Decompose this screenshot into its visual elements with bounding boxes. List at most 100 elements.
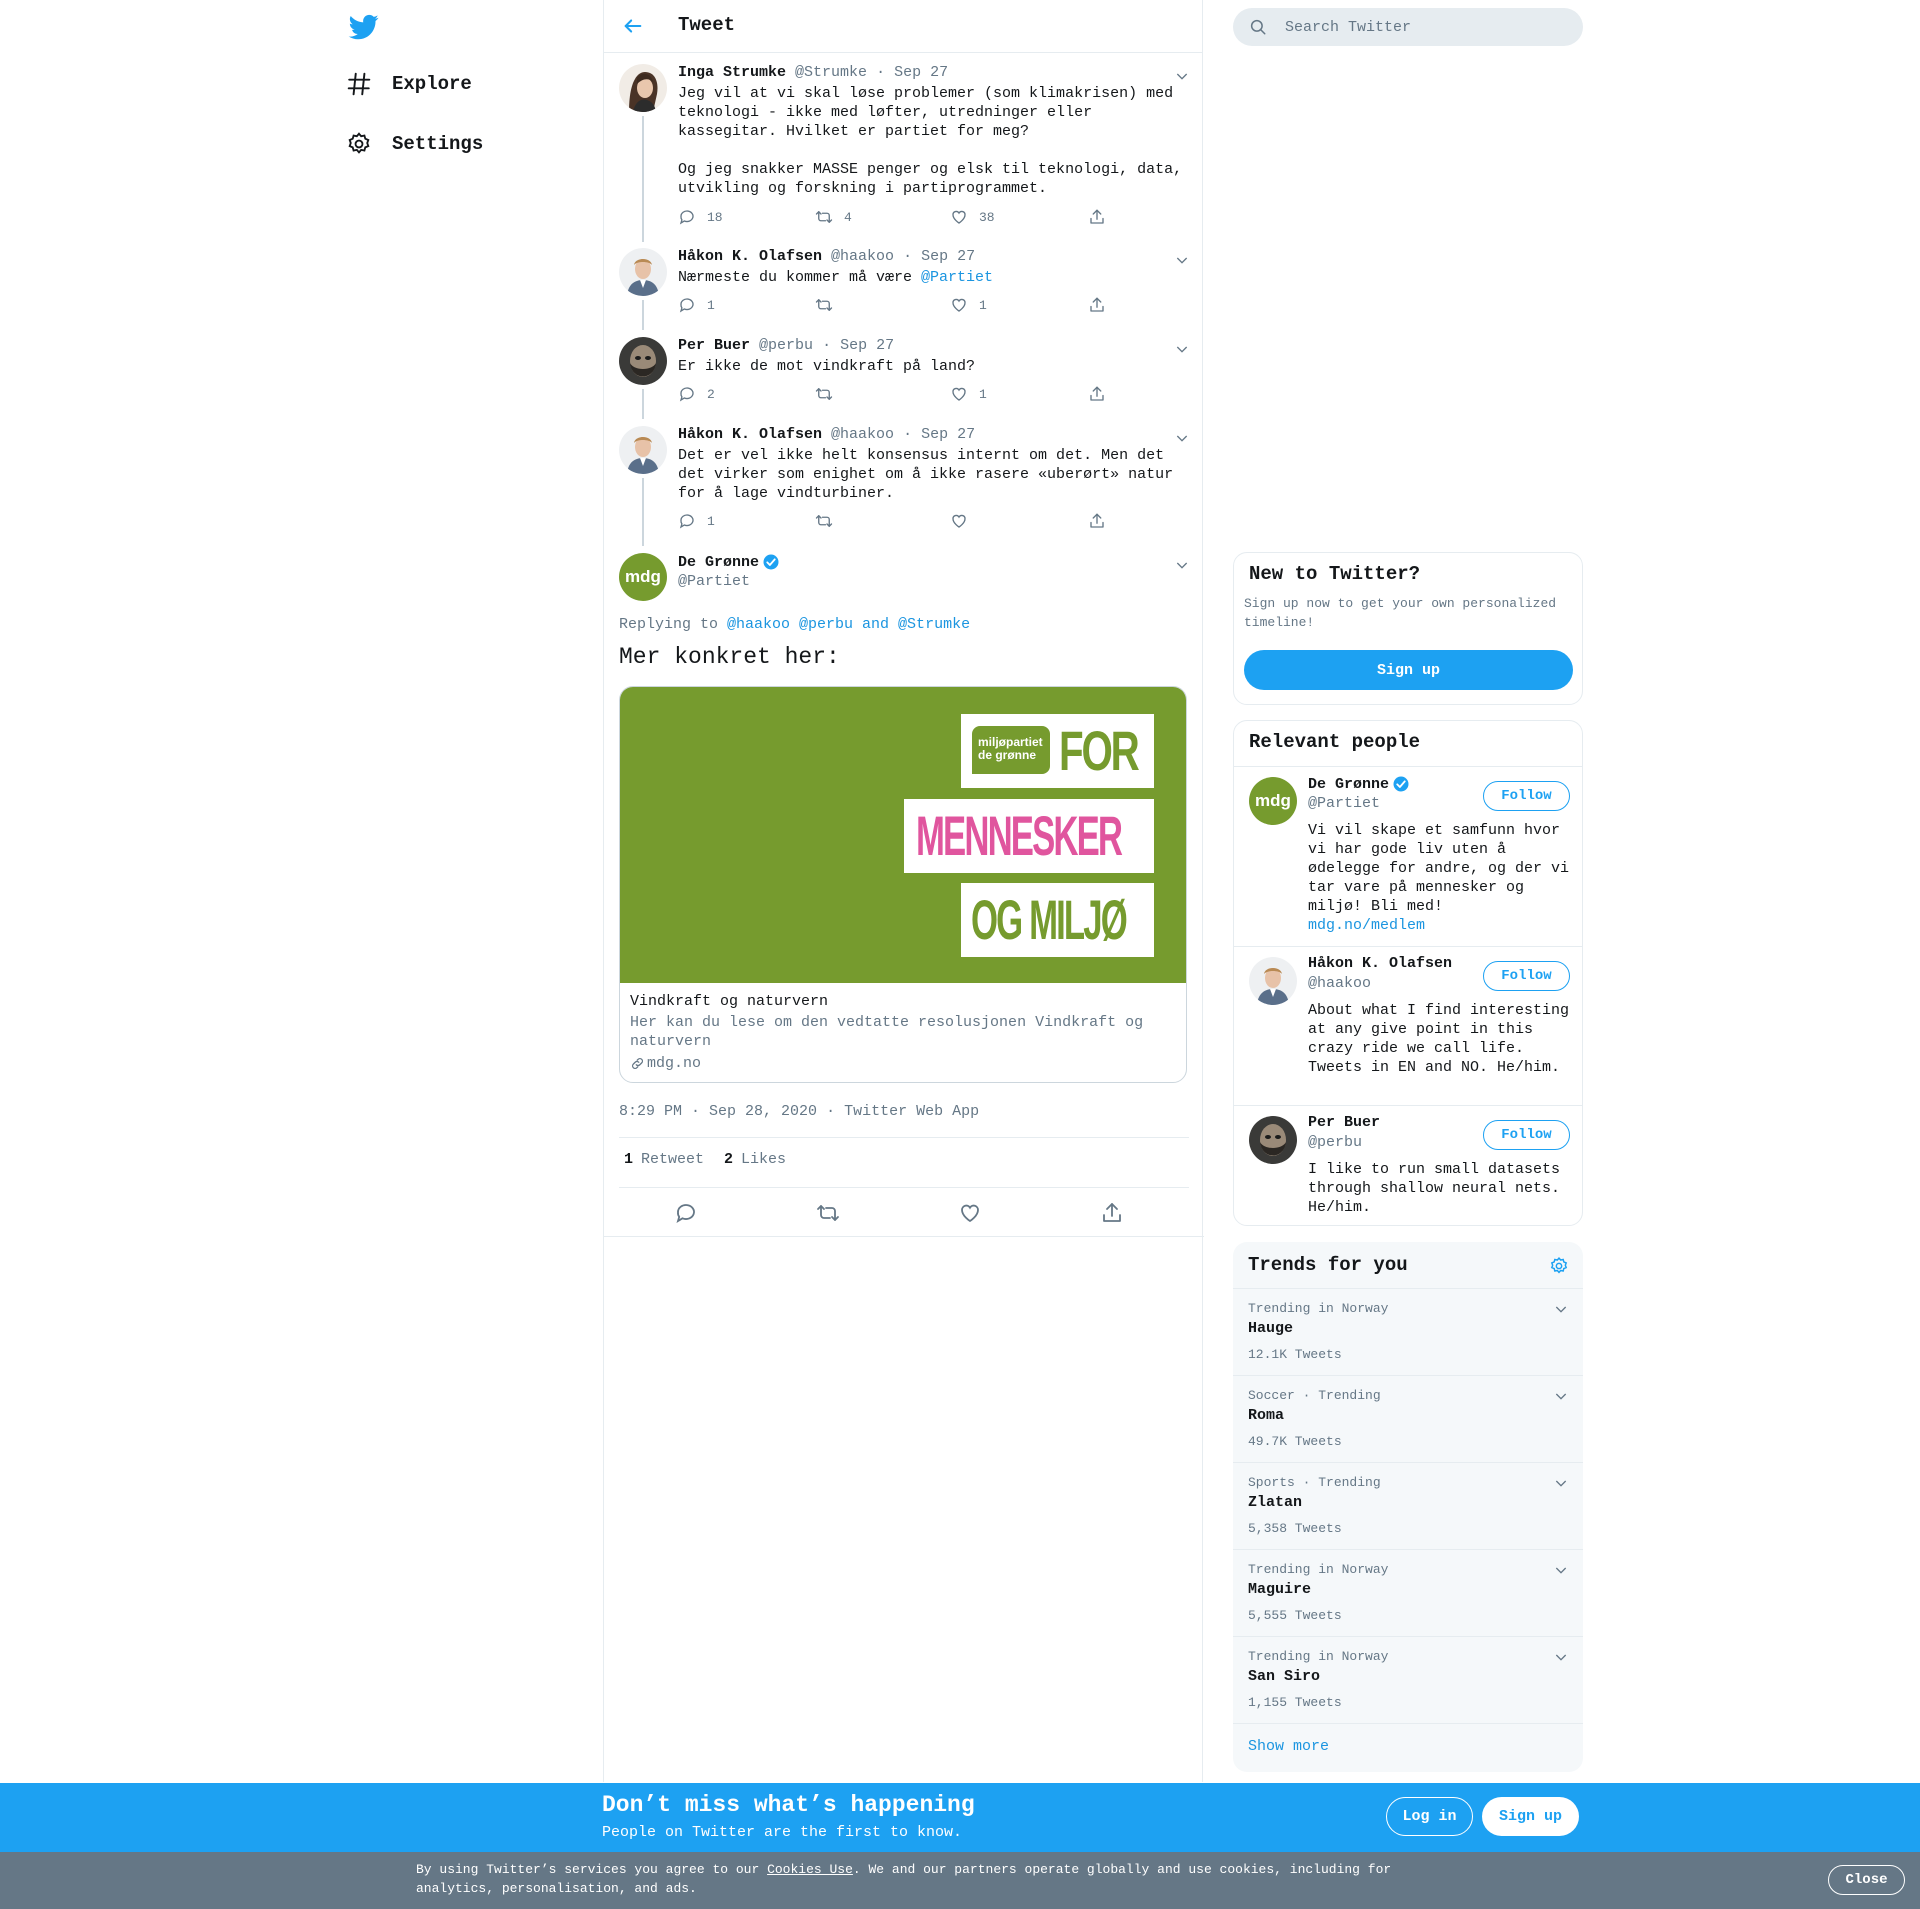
author-handle[interactable]: @Partiet — [678, 573, 750, 590]
retweet-stat[interactable]: 1 Retweet — [624, 1151, 704, 1168]
retweet-button[interactable] — [815, 385, 833, 403]
heart-icon[interactable] — [958, 1201, 982, 1225]
tweet-source[interactable]: Twitter Web App — [844, 1103, 979, 1120]
like-button[interactable]: 1 — [950, 296, 987, 314]
chevron-down-icon[interactable] — [1553, 1475, 1569, 1491]
avatar[interactable]: mdg — [619, 553, 667, 601]
thread-tweet[interactable]: Håkon K. Olafsen @haakoo · Sep 27 Nærmes… — [604, 248, 1204, 330]
search-input[interactable] — [1283, 17, 1563, 37]
nav-settings[interactable]: Settings — [346, 124, 483, 164]
retweet-button[interactable]: 4 — [815, 208, 852, 226]
avatar[interactable] — [619, 64, 667, 112]
trend-item[interactable]: Trending in Norway San Siro 1,155 Tweets — [1233, 1636, 1583, 1723]
signup-button[interactable]: Sign up — [1244, 650, 1573, 690]
tweet-date[interactable]: Sep 27 — [840, 337, 894, 354]
gear-icon[interactable] — [1549, 1256, 1569, 1276]
chevron-down-icon[interactable] — [1174, 557, 1190, 573]
avatar[interactable] — [1249, 957, 1297, 1005]
trend-item[interactable]: Sports · Trending Zlatan 5,358 Tweets — [1233, 1462, 1583, 1549]
cookies-use-link[interactable]: Cookies Use — [767, 1862, 853, 1877]
follow-button[interactable]: Follow — [1483, 781, 1570, 811]
avatar[interactable] — [619, 337, 667, 385]
retweet-icon[interactable] — [816, 1201, 840, 1225]
person-name[interactable]: De Grønne — [1308, 775, 1410, 793]
close-button[interactable]: Close — [1828, 1865, 1905, 1895]
chevron-down-icon[interactable] — [1553, 1562, 1569, 1578]
avatar[interactable] — [619, 248, 667, 296]
avatar[interactable] — [1249, 1116, 1297, 1164]
author-name[interactable]: De Grønne — [678, 553, 780, 571]
author-name[interactable]: Håkon K. Olafsen — [678, 426, 822, 443]
card-image-block: MENNESKER — [904, 799, 1154, 873]
search-box[interactable] — [1233, 8, 1583, 46]
cookie-text: By using Twitter’s services you agree to… — [416, 1862, 1392, 1896]
card-body: Vindkraft og naturvern Her kan du lese o… — [620, 983, 1186, 1082]
follow-button[interactable]: Follow — [1483, 961, 1570, 991]
like-button[interactable] — [950, 512, 968, 530]
reply-icon[interactable] — [674, 1201, 698, 1225]
avatar-haakon-icon — [619, 248, 667, 296]
share-button[interactable] — [1088, 385, 1106, 403]
reply-button[interactable]: 2 — [678, 385, 715, 403]
thread-tweet[interactable]: Håkon K. Olafsen @haakoo · Sep 27 Det er… — [604, 426, 1204, 546]
chevron-down-icon[interactable] — [1174, 341, 1190, 357]
twitter-bird-icon[interactable] — [348, 12, 380, 42]
tweet-date[interactable]: Sep 27 — [894, 64, 948, 81]
banner-subtitle: People on Twitter are the first to know. — [602, 1824, 963, 1841]
author-name[interactable]: Per Buer — [678, 337, 750, 354]
trend-item[interactable]: Trending in Norway Hauge 12.1K Tweets — [1233, 1288, 1583, 1375]
person-name[interactable]: Håkon K. Olafsen — [1308, 955, 1452, 972]
thread-tweet[interactable]: Per Buer @perbu · Sep 27 Er ikke de mot … — [604, 337, 1204, 419]
reply-button[interactable]: 1 — [678, 512, 715, 530]
likes-stat[interactable]: 2 Likes — [724, 1151, 786, 1168]
mention-link[interactable]: @Partiet — [921, 269, 993, 286]
divider — [604, 1236, 1204, 1237]
chevron-down-icon[interactable] — [1174, 430, 1190, 446]
follow-button[interactable]: Follow — [1483, 1120, 1570, 1150]
hashtag-icon — [347, 72, 371, 96]
tweet-date[interactable]: Sep 27 — [921, 248, 975, 265]
chevron-down-icon[interactable] — [1553, 1388, 1569, 1404]
retweet-button[interactable] — [815, 512, 833, 530]
tweet-text: Er ikke de mot vindkraft på land? — [678, 358, 976, 375]
chevron-down-icon[interactable] — [1174, 252, 1190, 268]
avatar[interactable] — [619, 426, 667, 474]
like-button[interactable]: 1 — [950, 385, 987, 403]
show-more-link[interactable]: Show more — [1233, 1723, 1583, 1769]
trend-item[interactable]: Soccer · Trending Roma 49.7K Tweets — [1233, 1375, 1583, 1462]
trend-item[interactable]: Trending in Norway Maguire 5,555 Tweets — [1233, 1549, 1583, 1636]
author-handle: @haakoo — [831, 248, 895, 265]
person-card[interactable]: mdg De Grønne @Partiet Follow Vi vil ska… — [1234, 766, 1582, 946]
tweet-text: Jeg vil at vi skal løse problemer (som k… — [678, 85, 1183, 197]
person-card[interactable]: Per Buer @perbu Follow I like to run sma… — [1234, 1105, 1582, 1225]
replying-to-mentions[interactable]: @haakoo @perbu and @Strumke — [727, 616, 970, 633]
login-button[interactable]: Log in — [1386, 1797, 1473, 1836]
thread-tweet[interactable]: Inga Strumke @Strumke · Sep 27 Jeg vil a… — [604, 64, 1204, 242]
author-name[interactable]: Håkon K. Olafsen — [678, 248, 822, 265]
banner-signup-button[interactable]: Sign up — [1482, 1797, 1579, 1836]
share-button[interactable] — [1088, 208, 1106, 226]
chevron-down-icon[interactable] — [1553, 1649, 1569, 1665]
nav-explore[interactable]: Explore — [346, 64, 472, 104]
thread-line — [642, 300, 644, 330]
person-name[interactable]: Per Buer — [1308, 1114, 1380, 1131]
like-button[interactable]: 38 — [950, 208, 995, 226]
avatar[interactable]: mdg — [1249, 777, 1297, 825]
tweet-text: Nærmeste du kommer må være @Partiet — [678, 269, 994, 286]
back-arrow-icon[interactable] — [622, 15, 644, 37]
person-card[interactable]: Håkon K. Olafsen @haakoo Follow About wh… — [1234, 946, 1582, 1105]
share-icon[interactable] — [1100, 1201, 1124, 1225]
author-name[interactable]: Inga Strumke — [678, 64, 786, 81]
chevron-down-icon[interactable] — [1174, 68, 1190, 84]
verified-badge-icon — [1393, 776, 1409, 792]
share-button[interactable] — [1088, 296, 1106, 314]
share-button[interactable] — [1088, 512, 1106, 530]
reply-button[interactable]: 18 — [678, 208, 723, 226]
chevron-down-icon[interactable] — [1553, 1301, 1569, 1317]
retweet-button[interactable] — [815, 296, 833, 314]
bio-link[interactable]: mdg.no/medlem — [1308, 917, 1425, 934]
link-card[interactable]: miljøpartiet de grønne FOR MENNESKER OG … — [619, 686, 1187, 1083]
tweet-date[interactable]: Sep 27 — [921, 426, 975, 443]
tweet-timestamp[interactable]: 8:29 PM · Sep 28, 2020 — [619, 1103, 817, 1120]
reply-button[interactable]: 1 — [678, 296, 715, 314]
